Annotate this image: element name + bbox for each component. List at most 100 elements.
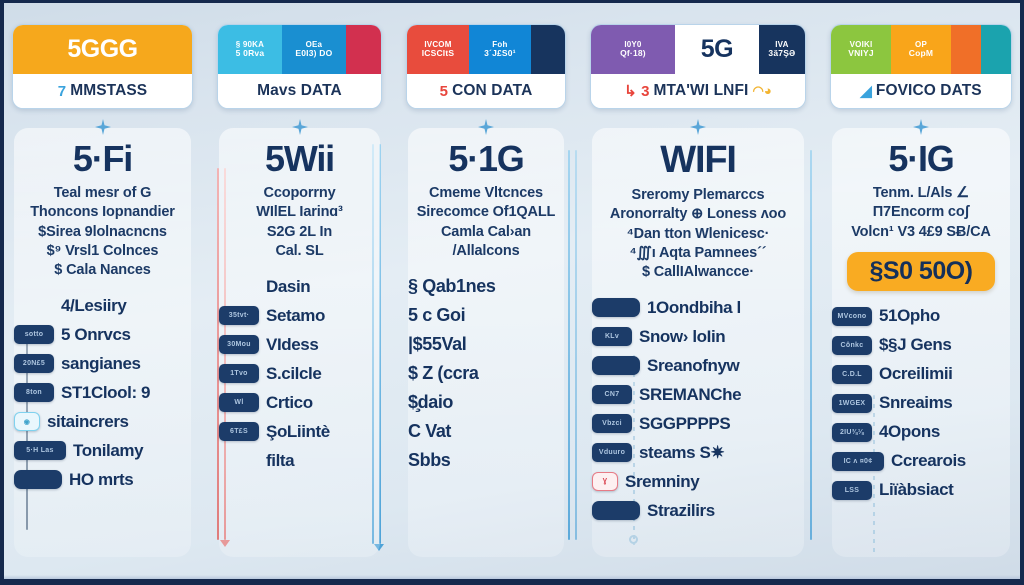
feature-row[interactable]: 5·H Las Tonilamy — [14, 439, 197, 462]
feature-list: 4/Lesiiry sotto 5 Onrvcs 20N£5 sangianes 8ton… — [8, 294, 197, 491]
feature-row[interactable]: 20N£5 sangianes — [14, 352, 197, 375]
description-line-2: Volcn¹ V3 4£9 SɃ/CA — [851, 223, 991, 240]
feature-label: $ Z (ccra — [408, 363, 479, 384]
description-line-3: ⁴∭ı Aqta Pamnees´´ — [629, 244, 767, 261]
col-mavs-data: § 90KA 5 0Rva OEa E0I3) DO Mavs DATA 5Wii Ccop… — [205, 0, 394, 585]
feature-label: 5 c Goi — [408, 305, 466, 326]
feature-row[interactable]: Dasin — [219, 275, 386, 298]
description-line-3: $⁹ Vrsl1 Colnces — [46, 242, 159, 259]
feature-row[interactable]: 4/Lesiiry — [14, 294, 197, 317]
header-segment-2 — [951, 25, 981, 74]
description-line-4: $ Cala Nances — [54, 262, 151, 279]
feature-row[interactable]: C.D.L Ocreilimii — [832, 363, 1016, 386]
description-line-3: /Allalcons — [452, 242, 520, 259]
feature-label: sangianes — [61, 353, 141, 373]
feature-row[interactable]: IC ʌ ¤0¢ Ccrearois — [832, 450, 1016, 473]
header-segment-1: OP CopM — [891, 25, 951, 74]
feature-row[interactable]: 1Oondbiha l — [592, 296, 810, 319]
feature-badge: sotto — [14, 325, 54, 345]
column-description: Sreromy Plemarccs Aronorralty ⊕ Loness ʌo… — [610, 186, 786, 282]
feature-label: VIdess — [266, 334, 319, 354]
feature-badge: 20N£5 — [14, 354, 54, 374]
feature-badge: 2IU⅜⅛ — [832, 422, 872, 442]
header-color-strip: I0Y0 Qf·18) 5G IVA 3ă7ŞƏ — [591, 25, 805, 74]
header-segment-1: OEa E0I3) DO — [281, 25, 346, 74]
feature-row[interactable]: 30Mou VIdess — [219, 333, 386, 356]
header-segment-1: Foh 3´J£S0¹ — [468, 25, 531, 74]
feature-badge — [592, 356, 640, 376]
column-title: 5·1G — [448, 138, 524, 179]
feature-label: Crtico — [266, 392, 313, 412]
feature-row[interactable]: 5 c Goi — [408, 304, 570, 327]
feature-label: HO mrts — [69, 469, 134, 489]
feature-row[interactable]: 8ton ST1Clool: 9 — [14, 381, 197, 404]
feature-row[interactable]: Sbbs — [408, 449, 570, 472]
feature-badge: Cônkc — [832, 335, 872, 355]
feature-row[interactable]: CN7 SREMANChe — [592, 383, 810, 406]
feature-badge — [14, 470, 62, 490]
feature-label: Snreaims — [879, 393, 953, 413]
feature-row[interactable]: 35tvt· Setamo — [219, 304, 386, 327]
column-body: 5·Fi Teal mesr of G Thoncons Iopnandier $Si… — [0, 141, 205, 491]
feature-label: 51Opho — [879, 306, 940, 326]
header-label: 7 MMSTASS — [13, 74, 192, 108]
feature-row[interactable]: 2IU⅜⅛ 4Opons — [832, 421, 1016, 444]
feature-row[interactable]: HO mrts — [14, 468, 197, 491]
feature-row[interactable]: Wl Crtico — [219, 391, 386, 414]
feature-row[interactable]: $ Z (ccra — [408, 362, 570, 385]
feature-label: Ccrearois — [891, 451, 966, 471]
comparison-columns: 5GGG 7 MMSTASS 5·Fi Teal mesr of G Thoncons I… — [0, 0, 1024, 585]
feature-row[interactable]: KLv Snow› loIin — [592, 325, 810, 348]
feature-label: Snow› loIin — [639, 326, 726, 346]
feature-label: Strazilirs — [647, 500, 715, 520]
badge-spacer — [219, 277, 259, 296]
feature-row[interactable]: Sreanofnyw — [592, 354, 810, 377]
feature-row[interactable]: $̧daio — [408, 391, 570, 414]
header-card[interactable]: IVCOM ICSCItS Foh 3´J£S0¹ 5 CON DATA — [406, 24, 566, 109]
header-card[interactable]: VOIKI VNIYJ OP CopM ◢ FOVICO DATS — [830, 24, 1012, 109]
feature-row[interactable]: Cônkc $§J Gens — [832, 334, 1016, 357]
header-segment-2 — [530, 25, 565, 74]
feature-label: Tonilamy — [73, 440, 144, 460]
feature-label: ST1Clool: 9 — [61, 382, 151, 402]
feature-row[interactable]: Strazilirs — [592, 499, 810, 522]
feature-row[interactable]: Vduuro steams S✷ — [592, 441, 810, 464]
column-title: 5·Fi — [72, 138, 133, 179]
feature-row[interactable]: |$55Val — [408, 333, 570, 356]
feature-row[interactable]: 1Tvo S.cilcle — [219, 362, 386, 385]
badge-spacer — [14, 296, 54, 315]
feature-row[interactable]: § Qab1nes — [408, 275, 570, 298]
header-segment-0: § 90KA 5 0Rva — [218, 25, 282, 74]
infographic-canvas: 5GGG 7 MMSTASS 5·Fi Teal mesr of G Thoncons I… — [0, 0, 1024, 585]
header-card[interactable]: 5GGG 7 MMSTASS — [12, 24, 193, 109]
feature-row[interactable]: sotto 5 Onrvcs — [14, 323, 197, 346]
feature-label: 1Oondbiha l — [647, 297, 741, 317]
header-card[interactable]: § 90KA 5 0Rva OEa E0I3) DO Mavs DATA — [217, 24, 382, 109]
header-segment-1: 5G — [674, 25, 759, 74]
feature-row[interactable]: C Vat — [408, 420, 570, 443]
feature-row[interactable]: MVcono 51Opho — [832, 305, 1016, 328]
column-title: WIFI — [660, 139, 737, 181]
header-label-mark-icon: ◢ — [860, 83, 872, 100]
feature-badge: C.D.L — [832, 364, 872, 384]
feature-row[interactable]: Ɣ Sremniny — [592, 470, 810, 493]
header-card[interactable]: I0Y0 Qf·18) 5G IVA 3ă7ŞƏ ↳ 3 MTA'WI LNFI ◠◕ — [590, 24, 806, 109]
description-line-2: $Sirea 9lolnacncns — [38, 223, 167, 240]
description-line-2: Camla Cal›an — [440, 223, 532, 240]
feature-row[interactable]: 6T£S ŞoLiintè — [219, 420, 386, 443]
feature-badge: ◉ — [14, 412, 40, 432]
col-fovico-dats: VOIKI VNIYJ OP CopM ◢ FOVICO DATS 5·IG Tenm. L/… — [818, 0, 1024, 585]
header-segment-0: 5GGG — [13, 25, 192, 74]
header-segment-line2: CopM — [908, 48, 934, 59]
feature-row[interactable]: filta — [219, 449, 386, 472]
feature-row[interactable]: Vbzci SGGPPPPS — [592, 412, 810, 435]
feature-row[interactable]: LSS Liïàbsiact — [832, 479, 1016, 502]
description-line-0: Tenm. L/Als ∠ — [872, 185, 970, 201]
feature-label: Liïàbsiact — [879, 480, 954, 500]
feature-row[interactable]: 1WGEX Snreaims — [832, 392, 1016, 415]
badge-spacer — [219, 451, 259, 470]
header-segment-2 — [345, 25, 381, 74]
feature-label: Dasin — [266, 276, 311, 296]
feature-row[interactable]: ◉ sitaincrers — [14, 410, 197, 433]
price-chip[interactable]: §S0 50O) — [847, 251, 995, 291]
